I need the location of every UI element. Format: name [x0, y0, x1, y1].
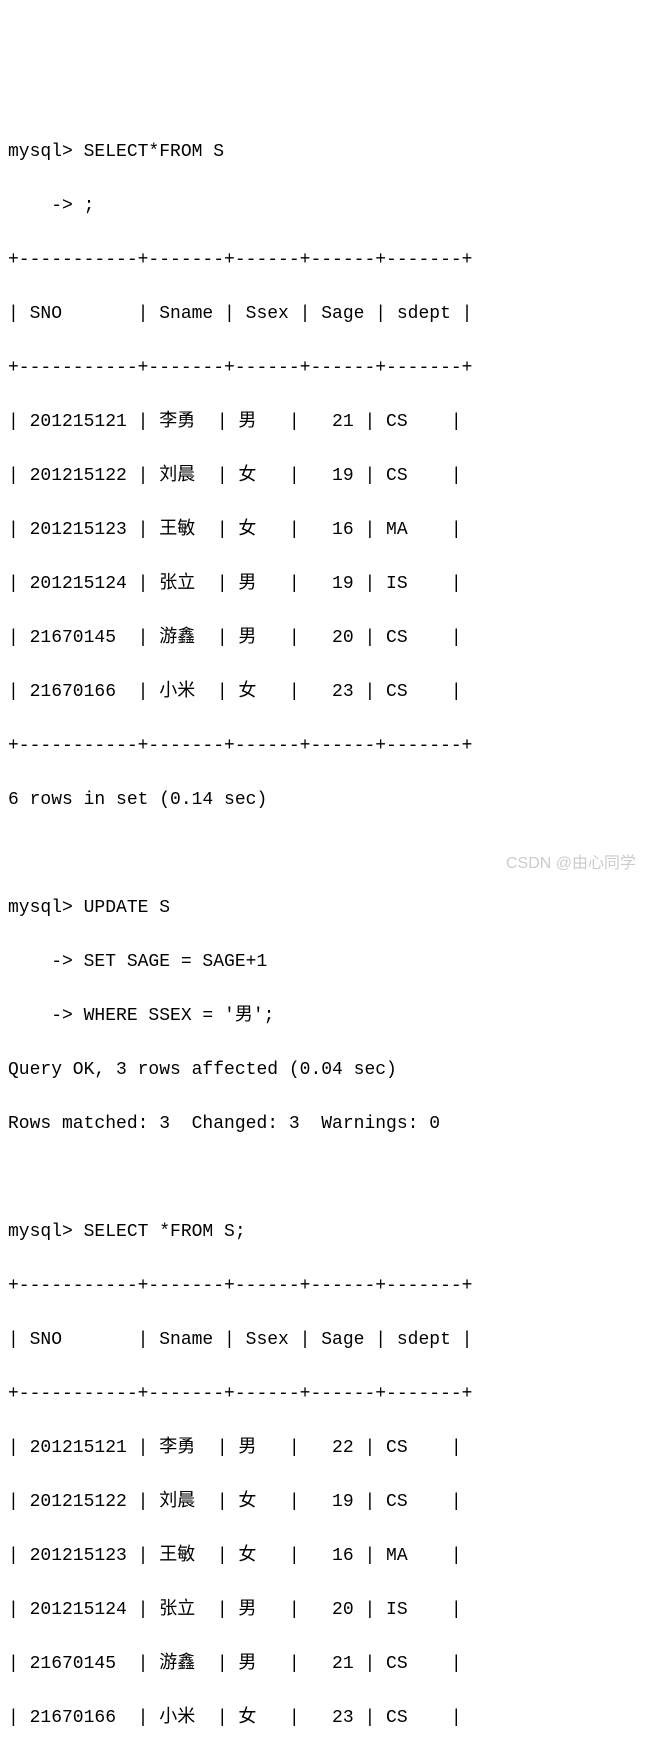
sql-query-line: -> WHERE SSEX = '男';	[8, 1003, 640, 1030]
table-border: +-----------+-------+------+------+-----…	[8, 1381, 640, 1408]
table-row: | 21670166 | 小米 | 女 | 23 | CS |	[8, 679, 640, 706]
sql-query-line: -> ;	[8, 193, 640, 220]
sql-query-line: mysql> SELECT*FROM S	[8, 139, 640, 166]
terminal-output: mysql> SELECT*FROM S -> ; +-----------+-…	[8, 112, 640, 1764]
result-summary: Rows matched: 3 Changed: 3 Warnings: 0	[8, 1111, 640, 1138]
table-row: | 201215122 | 刘晨 | 女 | 19 | CS |	[8, 1489, 640, 1516]
table-border: +-----------+-------+------+------+-----…	[8, 1759, 640, 1764]
table-row: | 201215123 | 王敏 | 女 | 16 | MA |	[8, 517, 640, 544]
table-row: | 21670166 | 小米 | 女 | 23 | CS |	[8, 1705, 640, 1732]
table-row: | 201215121 | 李勇 | 男 | 21 | CS |	[8, 409, 640, 436]
table-row: | 21670145 | 游鑫 | 男 | 21 | CS |	[8, 1651, 640, 1678]
table-row: | 201215121 | 李勇 | 男 | 22 | CS |	[8, 1435, 640, 1462]
sql-query-line: -> SET SAGE = SAGE+1	[8, 949, 640, 976]
table-border: +-----------+-------+------+------+-----…	[8, 247, 640, 274]
table-border: +-----------+-------+------+------+-----…	[8, 1273, 640, 1300]
watermark-text: CSDN @由心同学	[506, 852, 636, 876]
table-border: +-----------+-------+------+------+-----…	[8, 733, 640, 760]
table-row: | 201215124 | 张立 | 男 | 19 | IS |	[8, 571, 640, 598]
blank-line	[8, 1165, 640, 1192]
table-header: | SNO | Sname | Ssex | Sage | sdept |	[8, 301, 640, 328]
table-row: | 21670145 | 游鑫 | 男 | 20 | CS |	[8, 625, 640, 652]
sql-query-line: mysql> SELECT *FROM S;	[8, 1219, 640, 1246]
table-row: | 201215123 | 王敏 | 女 | 16 | MA |	[8, 1543, 640, 1570]
table-border: +-----------+-------+------+------+-----…	[8, 355, 640, 382]
table-row: | 201215124 | 张立 | 男 | 20 | IS |	[8, 1597, 640, 1624]
table-header: | SNO | Sname | Ssex | Sage | sdept |	[8, 1327, 640, 1354]
result-summary: 6 rows in set (0.14 sec)	[8, 787, 640, 814]
table-row: | 201215122 | 刘晨 | 女 | 19 | CS |	[8, 463, 640, 490]
result-summary: Query OK, 3 rows affected (0.04 sec)	[8, 1057, 640, 1084]
sql-query-line: mysql> UPDATE S	[8, 895, 640, 922]
